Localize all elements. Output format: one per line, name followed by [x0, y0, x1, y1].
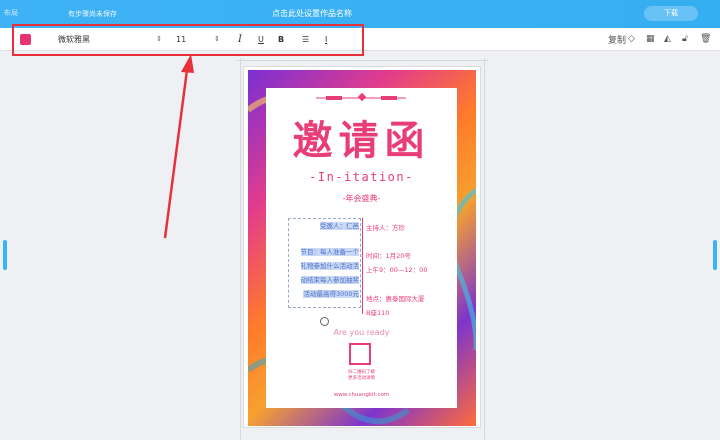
body-line: 动结束每人参加抽奖	[289, 273, 359, 287]
body-line: 礼物参加什么活动活	[289, 259, 359, 273]
title-cn[interactable]: 邀请函	[266, 108, 457, 166]
invitation-card: 邀请函 -In-itation- -年会盛典- 受邀人：仁邑 节目：每人准备一个…	[266, 88, 457, 408]
host-text[interactable]: 主持人：方珍	[366, 222, 405, 232]
place-room-text[interactable]: B座110	[366, 307, 389, 317]
selected-text-box[interactable]: 受邀人：仁邑 节目：每人准备一个 礼物参加什么活动活 动结束每人参加抽奖 活动最…	[288, 218, 361, 308]
qr-caption-2: 更多活动详情	[348, 376, 375, 381]
inviter-text: 受邀人：仁邑	[320, 222, 359, 230]
ready-text[interactable]: Are you ready	[266, 328, 457, 337]
time-range-text[interactable]: 上午9：00—12：00	[366, 264, 427, 274]
rotate-handle[interactable]	[320, 317, 329, 326]
time-text[interactable]: 时间：1月20号	[366, 250, 411, 260]
left-panel-handle[interactable]	[3, 240, 7, 270]
title-en[interactable]: -In-itation-	[266, 170, 457, 184]
body-line-text: 动结束每人参加抽奖	[300, 276, 359, 284]
body-line-text: 节目：每人准备一个	[300, 248, 359, 256]
divider-line	[362, 218, 363, 314]
guide-left	[240, 58, 241, 440]
guide-top	[236, 60, 488, 61]
place-text[interactable]: 地点：惠泰国际大厦	[366, 293, 425, 303]
inviter-line: 受邀人：仁邑	[289, 219, 359, 233]
body-line: 活动最高得3000元	[289, 287, 359, 301]
right-panel-handle[interactable]	[713, 240, 717, 270]
body-line: 节目：每人准备一个	[289, 245, 359, 259]
body-line-text: 活动最高得3000元	[303, 290, 359, 298]
website-text[interactable]: www.chuangkit.com	[266, 392, 457, 398]
poster-background: 邀请函 -In-itation- -年会盛典- 受邀人：仁邑 节目：每人准备一个…	[248, 70, 476, 426]
subtitle[interactable]: -年会盛典-	[266, 193, 457, 204]
design-canvas[interactable]: 邀请函 -In-itation- -年会盛典- 受邀人：仁邑 节目：每人准备一个…	[244, 67, 480, 427]
guide-right	[484, 58, 485, 440]
qr-code-frame[interactable]	[349, 343, 371, 365]
body-line-text: 礼物参加什么活动活	[300, 262, 359, 270]
